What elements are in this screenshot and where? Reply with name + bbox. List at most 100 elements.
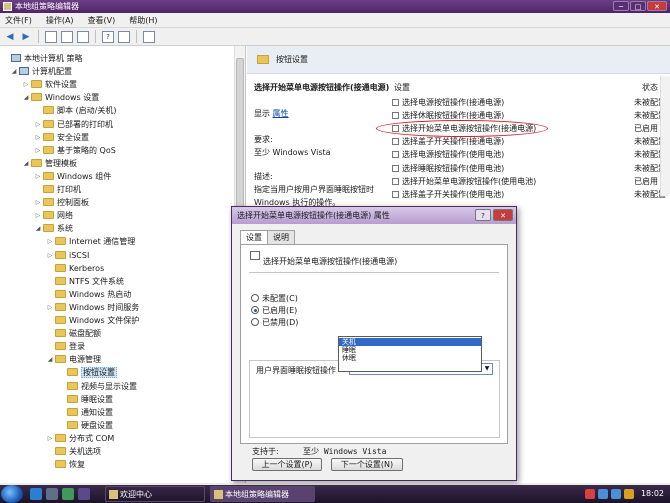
ie-icon[interactable] [30,488,42,500]
policy-row[interactable]: 选择电源按钮操作(使用电池) 未被配置 [389,148,670,161]
policy-row[interactable]: 选择睡眠按钮操作(使用电池) 未被配置 [389,162,670,175]
expand-icon[interactable]: ▷ [46,432,54,445]
task-welcome-center[interactable]: 欢迎中心 [105,486,205,502]
menu-action[interactable]: 操作(A) [46,13,74,27]
expand-icon[interactable]: ▷ [34,131,42,144]
tree-node[interactable]: ▷ 网络 [34,209,73,222]
filter-icon[interactable] [143,30,155,43]
chevron-down-icon[interactable]: ▼ [482,364,492,374]
dropdown-option-sleep[interactable]: 睡眠 [339,346,481,354]
next-setting-button[interactable]: 下一个设置(N) [331,458,403,471]
tree-node[interactable]: ▷ iSCSI [46,249,89,262]
start-button[interactable] [1,485,23,503]
tree-node[interactable]: 脚本 (启动/关机) [34,104,116,117]
policy-row[interactable]: 选择盖子开关操作(接通电源) 未被配置 [389,135,670,148]
properties-link[interactable]: 属性 [273,109,289,118]
previous-setting-button[interactable]: 上一个设置(P) [252,458,322,471]
expand-icon[interactable]: ▷ [46,249,54,262]
expand-icon[interactable]: ▷ [34,170,42,183]
tree-node[interactable]: 打印机 [34,183,81,196]
list-icon[interactable] [61,30,73,43]
radio-not-configured-dot[interactable] [251,294,259,302]
tree-node[interactable]: ◢ 计算机配置 [10,65,72,78]
tree-node[interactable]: ▷ 安全设置 [34,131,89,144]
task-gpedit[interactable]: 本地组策略编辑器 [210,486,315,502]
back-icon[interactable]: ◀ [3,30,17,44]
switch-windows-icon[interactable] [62,488,74,500]
tree-node[interactable]: ▷ Internet 通信管理 [46,235,135,248]
export-icon[interactable] [77,30,89,43]
dialog-help-button[interactable]: ? [475,209,491,221]
radio-not-configured[interactable]: 未配置(C) [251,293,298,305]
tree-node[interactable]: ◢ 系统 [34,222,73,235]
tree-node[interactable]: Kerberos [46,262,104,275]
collapse-icon[interactable]: ◢ [22,91,30,104]
radio-enabled[interactable]: 已启用(E) [251,305,297,317]
expand-icon[interactable]: ▷ [46,235,54,248]
menu-file[interactable]: 文件(F) [5,13,32,27]
tree-node[interactable]: ▷ 分布式 COM [46,432,114,445]
tree-node[interactable]: ▷ 基于策略的 QoS [34,144,116,157]
tray-icon[interactable] [624,489,634,499]
dialog-close-button[interactable]: ✕ [493,209,513,221]
tree-node[interactable]: Windows 热启动 [46,288,131,301]
expand-icon[interactable]: ▷ [34,209,42,222]
radio-disabled[interactable]: 已禁用(D) [251,317,298,329]
tree-node[interactable]: ▷ 控制面板 [34,196,89,209]
show-hide-tree-icon[interactable] [45,30,57,43]
tree-node[interactable]: ◢ 管理模板 [22,157,77,170]
minimize-button[interactable]: ─ [613,1,629,11]
tree-node[interactable]: Windows 文件保护 [46,314,139,327]
dropdown-option-shutdown[interactable]: 关机 [339,338,481,346]
properties-icon[interactable] [118,30,130,43]
expand-icon[interactable]: ▷ [46,301,54,314]
policy-row[interactable]: 选择电源按钮操作(接通电源) 未被配置 [389,96,670,109]
tree-node[interactable]: NTFS 文件系统 [46,275,124,288]
tab-settings[interactable]: 设置 [240,230,268,244]
tree-node[interactable]: 睡眠设置 [58,393,113,406]
collapse-icon[interactable]: ◢ [22,157,30,170]
tree-node[interactable]: ▷ 已部署的打印机 [34,118,113,131]
policy-row[interactable]: 选择盖子开关操作(使用电池) 未被配置 [389,188,670,201]
tree-node[interactable]: 视频与显示设置 [58,380,137,393]
tree-node[interactable]: 磁盘配额 [46,327,101,340]
switch-windows-icon[interactable] [78,488,90,500]
collapse-icon[interactable]: ◢ [46,353,54,366]
tree-node[interactable]: 登录 [46,340,85,353]
tray-icon[interactable] [585,489,595,499]
menu-help[interactable]: 帮助(H) [129,13,157,27]
dropdown-option-hibernate[interactable]: 休眠 [339,354,481,362]
radio-enabled-dot[interactable] [251,306,259,314]
tree-node[interactable]: 本地计算机 策略 [2,52,83,65]
tree-node[interactable]: ▷ Windows 组件 [34,170,111,183]
expand-icon[interactable]: ▷ [34,118,42,131]
expand-icon[interactable]: ▷ [34,196,42,209]
tree-node[interactable]: 按钮设置 [58,366,117,379]
tab-explain[interactable]: 说明 [267,230,295,244]
close-button[interactable]: ✕ [647,1,667,11]
column-header-setting[interactable]: 设置 [394,82,410,93]
help-icon[interactable]: ? [102,30,114,43]
radio-disabled-dot[interactable] [251,318,259,326]
network-icon[interactable] [598,489,608,499]
collapse-icon[interactable]: ◢ [34,222,42,235]
clock[interactable]: 18:02 [641,485,664,503]
details-scrollbar[interactable] [660,76,670,196]
forward-icon[interactable]: ▶ [19,30,33,44]
tree-node[interactable]: ▷ 软件设置 [22,78,77,91]
column-header-state[interactable]: 状态 [642,82,658,93]
tree-node[interactable]: ▷ Windows 时间服务 [46,301,139,314]
show-desktop-icon[interactable] [46,488,58,500]
tree-node[interactable]: 硬盘设置 [58,419,113,432]
collapse-icon[interactable]: ◢ [10,65,18,78]
tree-node[interactable]: ◢ Windows 设置 [22,91,99,104]
expand-icon[interactable]: ▷ [34,144,42,157]
tree-node[interactable]: ◢ 电源管理 [46,353,101,366]
tree-node[interactable]: 关机选项 [46,445,101,458]
menu-view[interactable]: 查看(V) [88,13,116,27]
tree-node[interactable]: 恢复 [46,458,85,471]
volume-icon[interactable] [611,489,621,499]
maximize-button[interactable]: □ [630,1,646,11]
tree-node[interactable]: 通知设置 [58,406,113,419]
policy-row[interactable]: 选择开始菜单电源按钮操作(使用电池) 已启用 [389,175,670,188]
